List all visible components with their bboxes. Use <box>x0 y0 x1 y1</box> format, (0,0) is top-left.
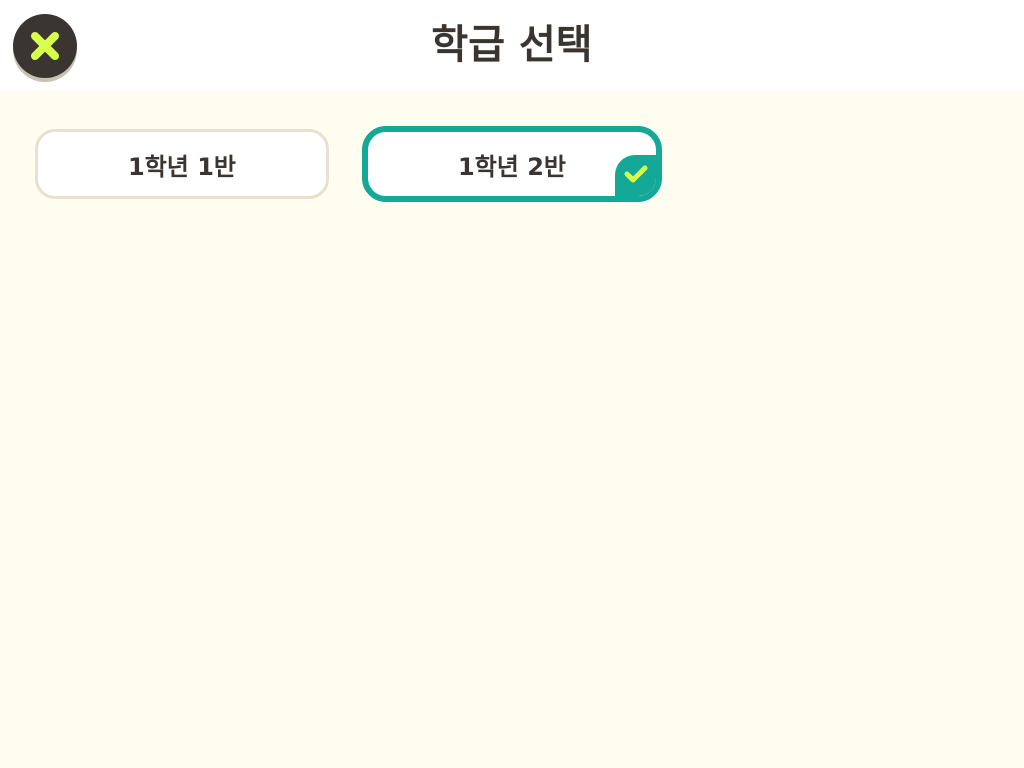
class-card-1-1[interactable]: 1학년 1반 <box>35 129 329 199</box>
close-icon <box>28 29 62 63</box>
close-button[interactable] <box>13 14 77 78</box>
class-card-label: 1학년 2반 <box>458 152 566 181</box>
check-icon <box>623 162 649 190</box>
page-title: 학급 선택 <box>431 22 593 68</box>
selected-badge <box>615 155 656 196</box>
class-card-1-2-selected[interactable]: 1학년 2반 <box>362 126 662 202</box>
header-bar: 학급 선택 <box>0 0 1024 90</box>
class-card-label: 1학년 1반 <box>128 152 236 181</box>
class-list: 1학년 1반 1학년 2반 <box>0 90 1024 768</box>
